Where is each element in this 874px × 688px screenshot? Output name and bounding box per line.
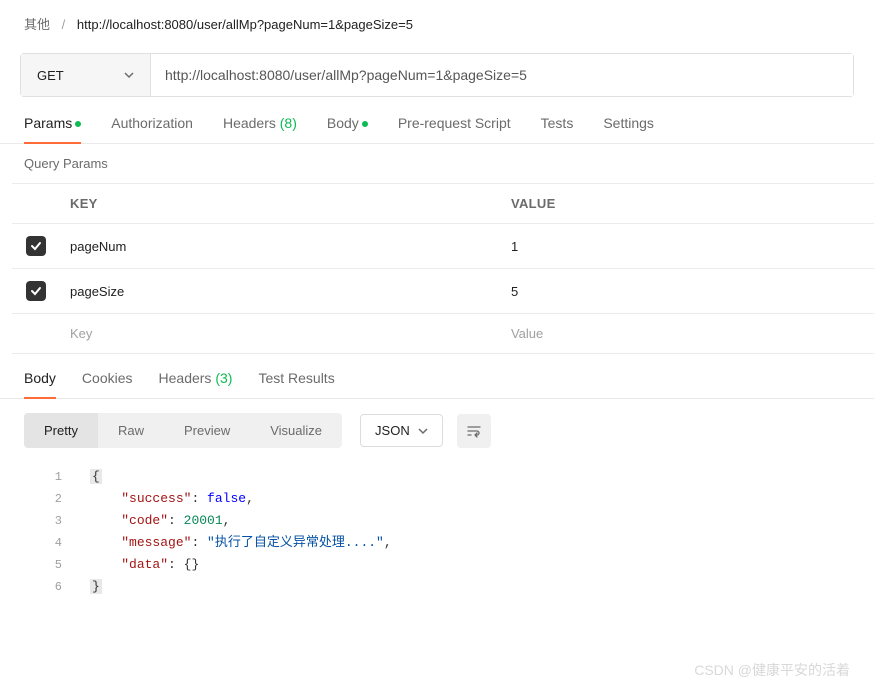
format-select[interactable]: JSON (360, 414, 443, 447)
breadcrumb-title: http://localhost:8080/user/allMp?pageNum… (77, 17, 413, 32)
body-indicator-icon (362, 121, 368, 127)
code-line: 5 "data": {} (38, 554, 850, 576)
method-select[interactable]: GET (21, 54, 151, 96)
wrap-lines-icon (466, 423, 482, 439)
param-key[interactable]: pageNum (60, 224, 501, 269)
col-checkbox (12, 184, 60, 224)
code-line: 3 "code": 20001, (38, 510, 850, 532)
response-body-toolbar: Pretty Raw Preview Visualize JSON (0, 399, 874, 462)
response-tabs: Body Cookies Headers (3) Test Results (0, 354, 874, 399)
tab-params[interactable]: Params (24, 115, 81, 143)
wrap-lines-button[interactable] (457, 414, 491, 448)
col-key: KEY (60, 184, 501, 224)
param-value[interactable]: 1 (501, 224, 874, 269)
tab-settings[interactable]: Settings (603, 115, 654, 143)
response-tab-body[interactable]: Body (24, 370, 56, 398)
view-raw-button[interactable]: Raw (98, 413, 164, 448)
tab-headers[interactable]: Headers (8) (223, 115, 297, 143)
method-label: GET (37, 68, 64, 83)
checkbox-enabled[interactable] (26, 281, 46, 301)
url-bar: GET (20, 53, 854, 97)
breadcrumb-sep: / (62, 17, 66, 32)
col-value: VALUE (501, 184, 874, 224)
query-params-label: Query Params (0, 144, 874, 183)
breadcrumb: 其他 / http://localhost:8080/user/allMp?pa… (0, 0, 874, 43)
params-indicator-icon (75, 121, 81, 127)
response-tab-cookies[interactable]: Cookies (82, 370, 133, 398)
code-line: 4 "message": "执行了自定义异常处理....", (38, 532, 850, 554)
request-tabs: Params Authorization Headers (8) Body Pr… (0, 97, 874, 144)
view-mode-pill: Pretty Raw Preview Visualize (24, 413, 342, 448)
table-row-new[interactable]: KeyValue (12, 314, 874, 354)
breadcrumb-root[interactable]: 其他 (24, 17, 50, 32)
response-tab-headers[interactable]: Headers (3) (159, 370, 233, 398)
param-key[interactable]: pageSize (60, 269, 501, 314)
code-line: 6} (38, 576, 850, 598)
tab-tests[interactable]: Tests (541, 115, 574, 143)
param-value[interactable]: 5 (501, 269, 874, 314)
param-value-placeholder[interactable]: Value (501, 314, 874, 354)
param-key-placeholder[interactable]: Key (60, 314, 501, 354)
chevron-down-icon (418, 426, 428, 436)
query-params-table: KEY VALUE pageNum1pageSize5KeyValue (12, 183, 874, 354)
chevron-down-icon (124, 70, 134, 80)
view-visualize-button[interactable]: Visualize (250, 413, 342, 448)
code-line: 1{ (38, 466, 850, 488)
checkbox-enabled[interactable] (26, 236, 46, 256)
tab-body[interactable]: Body (327, 115, 368, 143)
tab-prerequest[interactable]: Pre-request Script (398, 115, 511, 143)
view-preview-button[interactable]: Preview (164, 413, 250, 448)
code-line: 2 "success": false, (38, 488, 850, 510)
url-input[interactable] (151, 54, 853, 96)
view-pretty-button[interactable]: Pretty (24, 413, 98, 448)
response-body-code[interactable]: 1{2 "success": false,3 "code": 20001,4 "… (0, 462, 874, 628)
tab-authorization[interactable]: Authorization (111, 115, 193, 143)
watermark: CSDN @健康平安的活着 (694, 660, 850, 680)
response-tab-test-results[interactable]: Test Results (258, 370, 334, 398)
table-row[interactable]: pageNum1 (12, 224, 874, 269)
table-row[interactable]: pageSize5 (12, 269, 874, 314)
